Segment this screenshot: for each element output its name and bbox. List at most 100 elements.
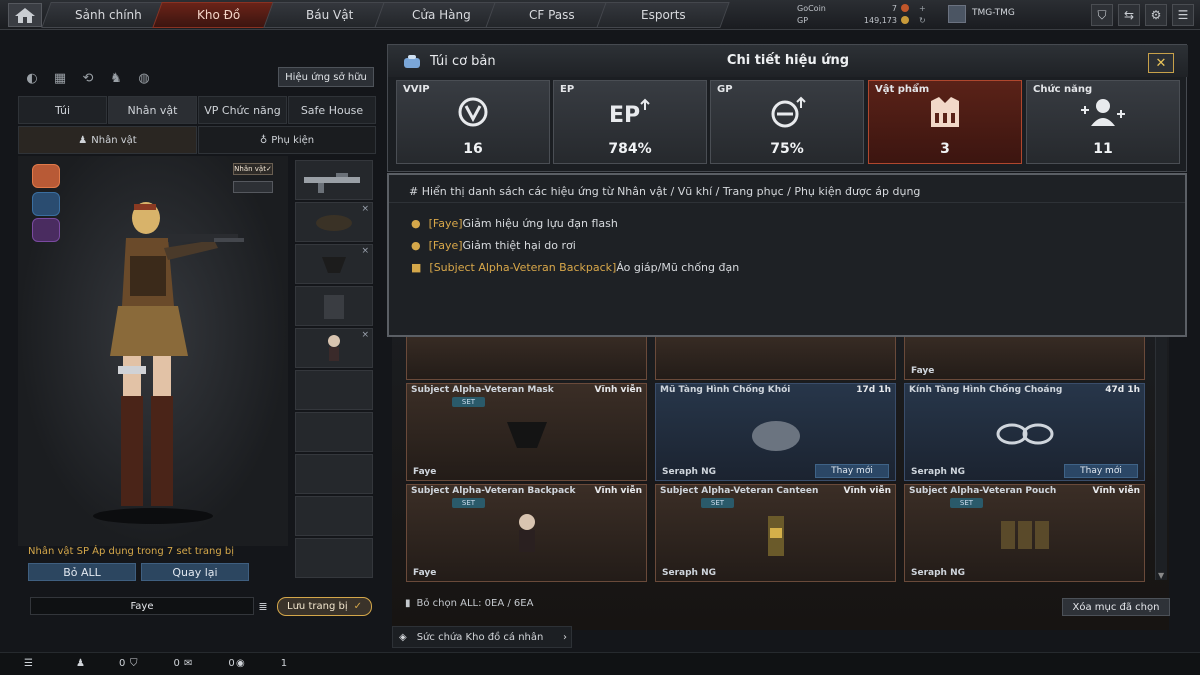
inventory-card[interactable]: Kính Tàng Hình Chống Choáng 47d 1h Serap… <box>904 383 1145 481</box>
character-panel: ◐ ▦ ⟲ ♞ ◍ Hiệu ứng sở hữu Túi Nhân vật V… <box>18 60 376 590</box>
stat-items[interactable]: Vật phẩm 3 <box>868 80 1022 164</box>
item-duration: Vĩnh viễn <box>594 486 642 496</box>
item-name: Subject Alpha-Veteran Backpack <box>411 486 576 496</box>
status-messages[interactable]: ✉ 0 <box>184 658 235 669</box>
inventory-card[interactable]: Subject Alpha-Veteran Mask Vĩnh viễn SET… <box>406 383 647 481</box>
effect-item: ● [Faye]Giảm thiệt hại do rơi <box>411 239 576 252</box>
slot-mask[interactable]: × <box>295 244 373 284</box>
message-count: 0 <box>228 658 235 669</box>
item-owner: Seraph NG <box>911 568 965 578</box>
slot-weapon[interactable] <box>295 160 373 200</box>
effect-source: [Faye] <box>428 239 463 252</box>
stat-value: 75% <box>770 141 804 157</box>
stat-function[interactable]: Chức năng 11 <box>1026 80 1180 164</box>
svg-text:EP: EP <box>609 103 640 128</box>
inventory-card[interactable]: Mũ Tàng Hình Chống Khói 17d 1h Seraph NG… <box>655 383 896 481</box>
gp-coin-icon <box>901 16 909 24</box>
badge-mask-icon[interactable] <box>32 192 60 216</box>
inventory-card[interactable]: Subject Alpha-Veteran Backpack Vĩnh viễn… <box>406 484 647 582</box>
slot-vest[interactable] <box>295 286 373 326</box>
canteen-item-image <box>767 515 784 556</box>
renew-button[interactable]: Thay mới <box>815 464 889 478</box>
tab-esports-label: Esports <box>640 8 686 22</box>
deselect-all-label: Bỏ chọn ALL: 0EA / 6EA <box>416 598 534 609</box>
deselect-all[interactable]: ▮ Bỏ chọn ALL: 0EA / 6EA <box>405 598 533 609</box>
close-button[interactable]: ✕ <box>1148 53 1174 73</box>
rank-badge-icon <box>948 5 966 23</box>
inventory-card[interactable]: Subject Alpha-Veteran Pouch Vĩnh viễn SE… <box>904 484 1145 582</box>
shield-icon[interactable]: ⛉ <box>1091 4 1113 26</box>
badge-wolf-icon[interactable] <box>32 164 60 188</box>
stats-icon[interactable]: ▦ <box>50 68 70 88</box>
bag-icon[interactable]: ◍ <box>134 68 154 88</box>
tab-esports[interactable]: Esports <box>596 2 730 28</box>
home-button[interactable] <box>8 3 42 27</box>
list-toggle[interactable]: ☰ <box>24 658 33 669</box>
gear-icon[interactable]: ⚙ <box>1145 4 1167 26</box>
item-owner: Seraph NG <box>662 467 716 477</box>
item-duration: Vĩnh viễn <box>1092 486 1140 496</box>
tab-cf-pass-label: CF Pass <box>529 8 575 22</box>
stat-gp[interactable]: GP 75% <box>710 80 864 164</box>
status-friends[interactable]: ♟ 0 <box>76 658 125 669</box>
inventory-scrollbar[interactable]: ▼ <box>1155 330 1167 580</box>
slot-helmet[interactable]: × <box>295 202 373 242</box>
slot-shoulder[interactable] <box>295 496 373 536</box>
stat-vvip[interactable]: VVIP 16 <box>396 80 550 164</box>
menu-icon[interactable]: ☰ <box>1172 4 1194 26</box>
remove-icon[interactable]: × <box>361 330 369 340</box>
chevron-right-icon: › <box>563 631 567 643</box>
remove-all-button[interactable]: Bỏ ALL <box>28 563 136 581</box>
history-icon[interactable]: ⟲ <box>78 68 98 88</box>
swap-icon[interactable]: ⇆ <box>1118 4 1140 26</box>
layers-icon: ◈ <box>399 631 407 643</box>
vest-small-icon: ■ <box>411 261 422 274</box>
owned-effects-button[interactable]: Hiệu ứng sở hữu <box>278 67 374 87</box>
list-icon[interactable]: ≣ <box>256 597 270 615</box>
remove-icon[interactable]: × <box>361 246 369 256</box>
badge-check-tag <box>233 181 273 193</box>
subtab-character[interactable]: ♟ Nhân vật <box>18 126 197 154</box>
stat-name: EP <box>560 84 575 95</box>
add-gocoin-icon[interactable]: + <box>919 4 926 13</box>
tab-character[interactable]: Nhân vật <box>108 96 197 124</box>
tab-lobby-label: Sảnh chính <box>74 8 142 22</box>
inventory-card[interactable]: Subject Alpha-Veteran Canteen Vĩnh viễn … <box>655 484 896 582</box>
toggle-off-icon[interactable]: ◐ <box>22 68 42 88</box>
set-badge: SET <box>452 498 485 508</box>
status-notifications[interactable]: ◉ 1 <box>236 658 287 669</box>
tab-vp-function[interactable]: VP Chức năng <box>198 96 287 124</box>
slot-accessory[interactable] <box>295 538 373 578</box>
slot-boots[interactable] <box>295 454 373 494</box>
effect-item: ■ [Subject Alpha-Veteran Backpack]Áo giá… <box>411 261 739 274</box>
tab-bag[interactable]: Túi <box>18 96 107 124</box>
slot-pouch[interactable] <box>295 412 373 452</box>
mask-item-image <box>506 421 547 448</box>
badge-crest-icon[interactable] <box>32 218 60 242</box>
effect-desc: Giảm thiệt hại do rơi <box>462 239 576 252</box>
character-icon[interactable]: ♞ <box>106 68 126 88</box>
tab-treasure-label: Báu Vật <box>306 8 354 22</box>
renew-button[interactable]: Thay mới <box>1064 464 1138 478</box>
save-outfit-button[interactable]: Lưu trang bị ✓ <box>277 597 372 616</box>
slot-gloves[interactable] <box>295 370 373 410</box>
inventory-capacity-button[interactable]: ◈ Sức chứa Kho đồ cá nhân › <box>392 626 572 648</box>
status-clan[interactable]: ⛉ 0 <box>130 658 180 669</box>
item-name: Subject Alpha-Veteran Canteen <box>660 486 819 496</box>
subtab-accessory[interactable]: ♁ Phụ kiện <box>198 126 376 154</box>
character-preview <box>18 156 288 546</box>
effects-list: # Hiển thị danh sách các hiệu ứng từ Nhâ… <box>387 173 1187 337</box>
slot-backpack[interactable]: × <box>295 328 373 368</box>
subtab-accessory-label: Phụ kiện <box>271 134 315 146</box>
item-owner: Seraph NG <box>662 568 716 578</box>
character-name-field[interactable]: Faye <box>30 597 254 615</box>
person-icon: ● <box>411 217 421 230</box>
ep-icon: EP <box>609 98 650 128</box>
refresh-icon[interactable]: ↻ <box>919 16 926 25</box>
go-back-button[interactable]: Quay lại <box>141 563 249 581</box>
scroll-down-icon[interactable]: ▼ <box>1158 571 1164 580</box>
tab-safe-house[interactable]: Safe House <box>288 96 376 124</box>
remove-icon[interactable]: × <box>361 204 369 214</box>
stat-ep[interactable]: EP EP 784% <box>553 80 707 164</box>
clear-selected-button[interactable]: Xóa mục đã chọn <box>1062 598 1170 616</box>
